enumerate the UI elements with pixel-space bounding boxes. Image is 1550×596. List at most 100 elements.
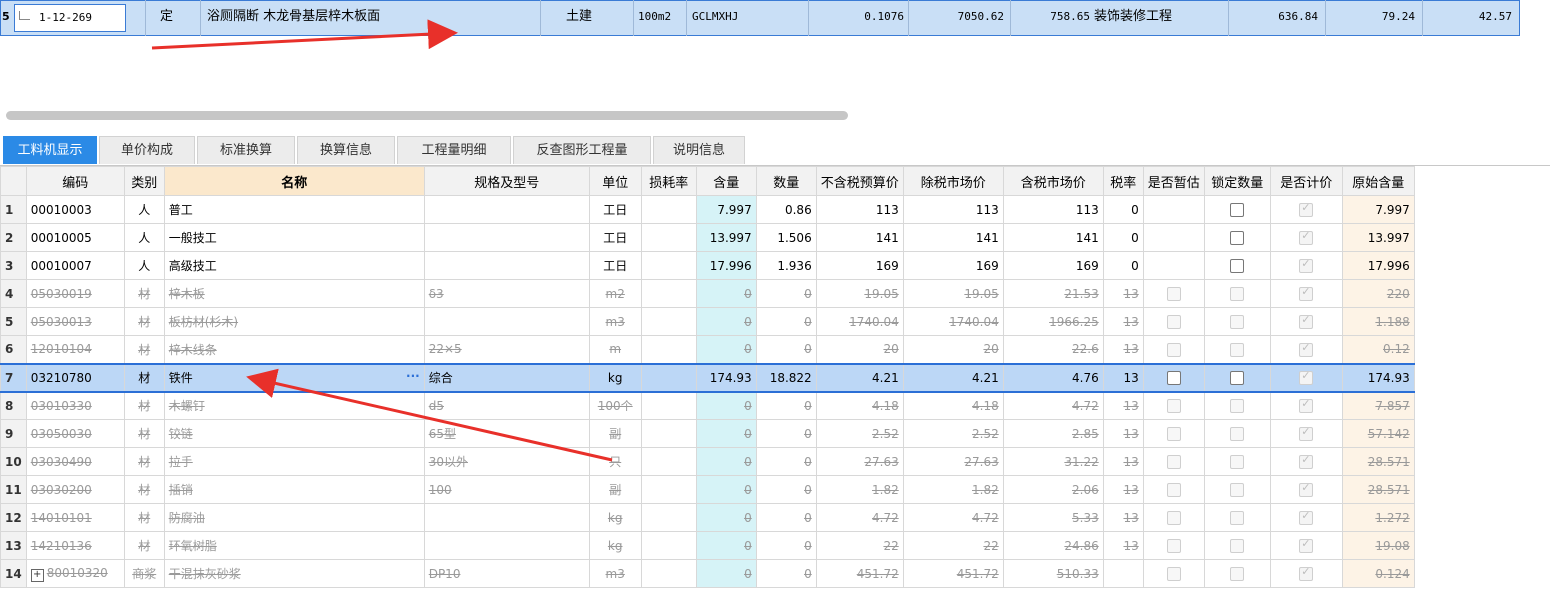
category-cell[interactable]: 材 <box>123 279 165 308</box>
quantity-cell[interactable]: 0 <box>755 279 817 308</box>
original-content-cell[interactable]: 220 <box>1341 279 1415 308</box>
priced-checkbox[interactable] <box>1299 397 1314 413</box>
loss-cell[interactable] <box>640 223 697 252</box>
market-price-cell[interactable]: 141 <box>902 223 1004 252</box>
unit-cell[interactable]: 副 <box>588 419 642 448</box>
budget-price-cell[interactable]: 1740.04 <box>815 307 904 336</box>
upper-grid-selected-row[interactable]: 5 1-12-269 定 浴厕隔断 木龙骨基层梓木板面 土建 100m2 GCL… <box>0 0 1550 36</box>
name-cell[interactable]: 插销 <box>163 475 425 504</box>
unit-cell[interactable]: 工日 <box>588 223 642 252</box>
scrollbar-thumb[interactable] <box>6 111 848 120</box>
lock-cell[interactable] <box>1203 251 1271 280</box>
loss-cell[interactable] <box>640 195 697 224</box>
table-row[interactable]: 7 03210780 材铁件 ··· 综合 kg 174.93 18.822 4.21 4.21 4… <box>0 362 1415 393</box>
original-content-cell[interactable]: 17.996 <box>1341 251 1415 280</box>
estimate-checkbox[interactable] <box>1166 342 1181 357</box>
budget-price-cell[interactable]: 141 <box>815 223 904 252</box>
lock-cell[interactable] <box>1203 559 1271 588</box>
estimate-cell[interactable] <box>1142 307 1205 336</box>
budget-price-cell[interactable]: 22 <box>815 531 904 560</box>
column-header-3[interactable]: 规格及型号 <box>423 166 590 196</box>
unit-cell[interactable]: kg <box>588 531 642 560</box>
name-cell[interactable]: 干混抹灰砂浆 <box>163 559 425 588</box>
spec-cell[interactable] <box>423 307 590 336</box>
quantity-cell[interactable]: 0 <box>755 447 817 476</box>
original-content-cell[interactable]: 7.857 <box>1341 391 1415 420</box>
market-price-tax-cell[interactable]: 31.22 <box>1002 447 1104 476</box>
estimate-checkbox[interactable] <box>1166 370 1181 385</box>
lock-quantity-checkbox[interactable] <box>1230 314 1245 329</box>
estimate-checkbox[interactable] <box>1166 314 1181 329</box>
priced-checkbox[interactable] <box>1299 257 1314 273</box>
category-cell[interactable]: 材 <box>123 475 165 504</box>
name-cell[interactable]: 防腐油 <box>163 503 425 532</box>
priced-checkbox[interactable] <box>1299 369 1314 385</box>
content-cell[interactable]: 0 <box>695 391 757 420</box>
estimate-cell[interactable] <box>1142 335 1205 364</box>
estimate-checkbox[interactable] <box>1166 399 1181 413</box>
priced-cell[interactable] <box>1269 447 1343 476</box>
code-cell[interactable]: 05030013 <box>25 307 125 336</box>
content-cell[interactable]: 0 <box>695 419 757 448</box>
original-content-cell[interactable]: 19.08 <box>1341 531 1415 560</box>
budget-price-cell[interactable]: 1.82 <box>815 475 904 504</box>
estimate-checkbox[interactable] <box>1166 538 1181 553</box>
loss-cell[interactable] <box>640 279 697 308</box>
table-row[interactable]: 300010007人高级技工工日17.9961.936169169169017.… <box>0 251 1415 280</box>
estimate-checkbox[interactable] <box>1166 454 1181 469</box>
content-cell[interactable]: 0 <box>695 559 757 588</box>
code-cell[interactable]: 00010003 <box>25 195 125 224</box>
estimate-cell[interactable] <box>1142 447 1205 476</box>
spec-cell[interactable] <box>423 503 590 532</box>
content-cell[interactable]: 0 <box>695 531 757 560</box>
original-content-cell[interactable]: 57.142 <box>1341 419 1415 448</box>
loss-cell[interactable] <box>640 475 697 504</box>
market-price-tax-cell[interactable]: 113 <box>1002 195 1104 224</box>
estimate-cell[interactable] <box>1142 223 1205 252</box>
loss-cell[interactable] <box>640 419 697 448</box>
original-content-cell[interactable]: 28.571 <box>1341 475 1415 504</box>
lock-cell[interactable] <box>1203 335 1271 364</box>
tax-rate-cell[interactable]: 13 <box>1102 419 1144 448</box>
name-cell[interactable]: 梓木线条 <box>163 335 425 364</box>
market-price-cell[interactable]: 2.52 <box>902 419 1004 448</box>
lock-quantity-checkbox[interactable] <box>1230 482 1245 497</box>
lock-cell[interactable] <box>1203 362 1271 393</box>
estimate-cell[interactable] <box>1142 503 1205 532</box>
column-header-2[interactable]: 名称 <box>163 166 425 196</box>
priced-cell[interactable] <box>1269 223 1343 252</box>
quantity-cell[interactable]: 0 <box>755 391 817 420</box>
budget-price-cell[interactable]: 451.72 <box>815 559 904 588</box>
estimate-checkbox[interactable] <box>1166 426 1181 441</box>
lock-quantity-checkbox[interactable] <box>1230 510 1245 525</box>
unit-cell[interactable]: m3 <box>588 559 642 588</box>
horizontal-scrollbar[interactable] <box>0 104 1550 126</box>
tax-rate-cell[interactable]: 13 <box>1102 447 1144 476</box>
column-header-0[interactable]: 编码 <box>25 166 125 196</box>
spec-cell[interactable] <box>423 531 590 560</box>
estimate-cell[interactable] <box>1142 195 1205 224</box>
original-content-cell[interactable]: 174.93 <box>1341 362 1415 393</box>
table-row[interactable]: 803010330材木螺钉d5100个004.184.184.72137.857 <box>0 391 1415 420</box>
market-price-cell[interactable]: 19.05 <box>902 279 1004 308</box>
priced-checkbox[interactable] <box>1299 537 1314 553</box>
content-cell[interactable]: 0 <box>695 335 757 364</box>
code-cell[interactable]: 12010104 <box>25 335 125 364</box>
market-price-tax-cell[interactable]: 21.53 <box>1002 279 1104 308</box>
market-price-cell[interactable]: 169 <box>902 251 1004 280</box>
table-row[interactable]: 200010005人一般技工工日13.9971.506141141141013.… <box>0 223 1415 252</box>
market-price-tax-cell[interactable]: 4.76 <box>1002 362 1104 393</box>
lock-quantity-checkbox[interactable] <box>1230 202 1245 217</box>
name-cell[interactable]: 一般技工 <box>163 223 425 252</box>
estimate-cell[interactable] <box>1142 279 1205 308</box>
tab-1[interactable]: 单价构成 <box>99 136 195 164</box>
column-header-4[interactable]: 单位 <box>588 166 642 196</box>
market-price-tax-cell[interactable]: 510.33 <box>1002 559 1104 588</box>
name-cell[interactable]: 拉手 <box>163 447 425 476</box>
tax-rate-cell[interactable]: 13 <box>1102 362 1144 393</box>
quantity-cell[interactable]: 0 <box>755 531 817 560</box>
market-price-tax-cell[interactable]: 22.6 <box>1002 335 1104 364</box>
content-cell[interactable]: 7.997 <box>695 195 757 224</box>
tax-rate-cell[interactable]: 13 <box>1102 307 1144 336</box>
name-cell[interactable]: 普工 <box>163 195 425 224</box>
